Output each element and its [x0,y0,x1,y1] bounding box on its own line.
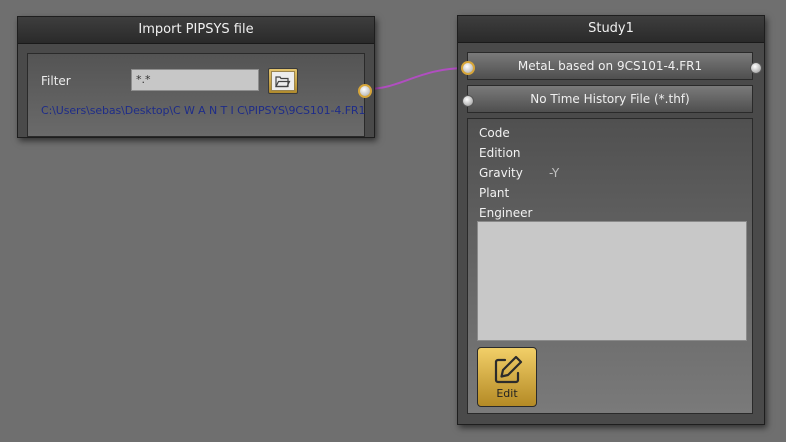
study-node-title: Study1 [458,16,764,43]
notes-textarea[interactable] [477,221,747,341]
prop-gravity-label: Gravity [479,166,523,180]
browse-file-button[interactable] [268,68,298,94]
folder-open-icon [271,71,295,91]
edit-button[interactable]: Edit [477,347,537,407]
output-port[interactable] [358,84,372,98]
edit-button-label: Edit [496,387,518,400]
model-input-label: MetaL based on 9CS101-4.FR1 [517,59,703,73]
model-input-port[interactable] [461,61,475,75]
study-properties-panel: Code Edition Gravity -Y Plant Engineer E… [467,118,753,414]
file-path-text: C:\Users\sebas\Desktop\C W A N T I C\PIP… [41,104,366,117]
import-node-body: Filter *.* C:\Users\sebas\Desktop\C W A … [27,53,365,137]
time-history-bar[interactable]: No Time History File (*.thf) [467,85,753,113]
filter-input[interactable]: *.* [131,69,259,91]
import-node-title: Import PIPSYS file [18,17,374,44]
prop-plant-label: Plant [479,186,510,200]
model-output-port[interactable] [750,62,762,74]
time-history-label: No Time History File (*.thf) [530,92,690,106]
import-pipsys-node[interactable]: Import PIPSYS file Filter *.* C:\Users\s… [17,16,375,138]
filter-label: Filter [41,74,71,88]
prop-edition-label: Edition [479,146,521,160]
time-history-port[interactable] [462,95,474,107]
prop-code-label: Code [479,126,510,140]
prop-engineer-label: Engineer [479,206,533,220]
pencil-square-icon [494,355,523,384]
study-node[interactable]: Study1 MetaL based on 9CS101-4.FR1 No Ti… [457,15,765,425]
model-input-bar[interactable]: MetaL based on 9CS101-4.FR1 [467,52,753,80]
prop-gravity-value: -Y [549,166,560,180]
